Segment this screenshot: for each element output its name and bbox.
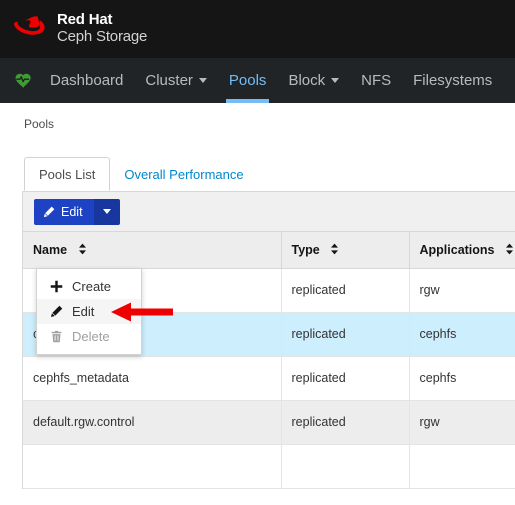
table-row[interactable] — [23, 444, 515, 489]
menu-item-edit[interactable]: Edit — [37, 299, 141, 324]
tab-label: Overall Performance — [124, 166, 244, 182]
column-header-applications[interactable]: Applications — [409, 232, 515, 269]
brand-title-line1: Red Hat — [57, 11, 113, 29]
sort-icon — [331, 244, 339, 255]
cell-applications: rgw — [409, 400, 515, 445]
edit-button[interactable]: Edit — [34, 198, 94, 225]
menu-item-label: Create — [72, 279, 112, 294]
table-header-row: Name Type Applications — [23, 232, 515, 269]
cell-type: replicated — [281, 356, 410, 401]
sort-icon — [506, 244, 513, 255]
table-row[interactable]: default.rgw.control replicated rgw — [23, 400, 515, 445]
cell-name — [23, 444, 282, 489]
nav-item-label: Block — [288, 72, 326, 89]
nav-item-label: NFS — [361, 72, 392, 89]
table-toolbar: Edit — [23, 192, 515, 232]
cell-applications — [409, 444, 515, 489]
cell-name: default.rgw.control — [23, 400, 282, 445]
nav-item-label: Cluster — [145, 72, 193, 89]
tab-label: Pools List — [39, 166, 96, 182]
cell-applications: cephfs — [409, 356, 515, 401]
brand-title-line2: Ceph Storage — [57, 28, 148, 45]
redhat-hat-icon — [14, 16, 45, 35]
pencil-icon — [43, 206, 55, 217]
menu-item-label: Edit — [72, 304, 95, 319]
heart-pulse-icon — [15, 73, 31, 88]
trash-icon — [49, 330, 63, 344]
cell-type — [281, 444, 410, 489]
column-header-label: Applications — [419, 242, 495, 257]
column-header-label: Name — [33, 242, 68, 257]
cell-name: cephfs_metadata — [23, 356, 282, 401]
column-header-name[interactable]: Name — [23, 232, 282, 269]
nav-item-filesystems[interactable]: Filesystems — [402, 58, 503, 103]
plus-icon — [49, 280, 63, 294]
nav-item-label: Pools — [228, 72, 267, 89]
tab-bar: Pools List Overall Performance — [24, 157, 515, 191]
caret-down-icon — [102, 209, 111, 214]
nav-item-label: Dashboard — [50, 72, 124, 89]
cell-applications: cephfs — [409, 312, 515, 357]
nav-health-status[interactable] — [12, 58, 39, 103]
cell-type: replicated — [281, 268, 410, 313]
nav-item-nfs[interactable]: NFS — [350, 58, 402, 103]
cell-applications: rgw — [409, 268, 515, 313]
nav-item-cluster[interactable]: Cluster — [134, 58, 218, 103]
edit-split-button: Edit — [34, 198, 120, 225]
pencil-icon — [49, 305, 63, 319]
nav-item-block[interactable]: Block — [277, 58, 350, 103]
edit-dropdown-toggle[interactable] — [93, 198, 120, 225]
breadcrumb: Pools — [24, 117, 55, 131]
menu-item-delete: Delete — [37, 324, 141, 349]
table-row[interactable]: cephfs_metadata replicated cephfs — [23, 356, 515, 401]
pools-table-head: Name Type Applications — [23, 232, 515, 269]
chevron-down-icon — [331, 78, 340, 83]
cell-type: replicated — [281, 312, 410, 357]
sort-icon — [78, 244, 86, 255]
edit-button-label: Edit — [61, 204, 83, 219]
nav-item-label: Filesystems — [413, 72, 493, 89]
tab-overall-performance[interactable]: Overall Performance — [110, 157, 257, 191]
tab-pools-list[interactable]: Pools List — [24, 157, 111, 191]
menu-item-label: Delete — [72, 329, 110, 344]
redhat-logo[interactable]: Red Hat Ceph Storage — [14, 11, 148, 46]
nav-item-pools[interactable]: Pools — [218, 58, 278, 103]
nav-item-dashboard[interactable]: Dashboard — [39, 58, 134, 103]
cell-type: replicated — [281, 400, 410, 445]
menu-item-create[interactable]: Create — [37, 274, 141, 299]
column-header-type[interactable]: Type — [281, 232, 410, 269]
brand-bar: Red Hat Ceph Storage — [0, 0, 515, 58]
edit-dropdown-menu: Create Edit Delete — [36, 268, 142, 355]
main-navigation: Dashboard Cluster Pools Block NFS Filesy… — [0, 58, 515, 103]
chevron-down-icon — [198, 78, 207, 83]
column-header-label: Type — [291, 242, 320, 257]
